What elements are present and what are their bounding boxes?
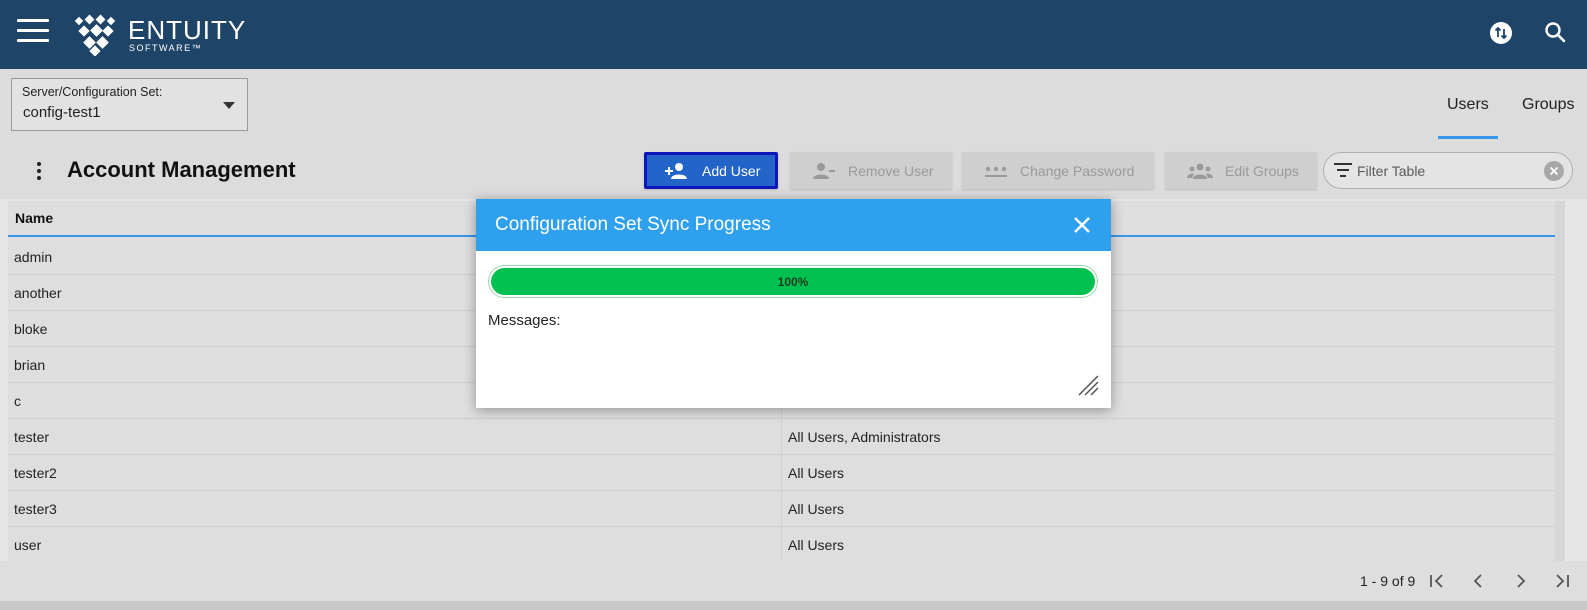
first-page-icon[interactable]: [1427, 571, 1447, 591]
active-tab-indicator: [1438, 136, 1498, 139]
remove-person-icon: [813, 162, 835, 179]
entuity-logo-icon: [74, 14, 116, 56]
messages-label: Messages:: [488, 312, 561, 329]
table-row[interactable]: user All Users: [8, 527, 1555, 563]
dialog-title: Configuration Set Sync Progress: [495, 214, 771, 235]
progress-fill: 100%: [491, 268, 1095, 295]
pagination-range: 1 - 9 of 9: [1360, 573, 1416, 589]
edit-groups-label: Edit Groups: [1225, 162, 1299, 179]
more-vert-icon[interactable]: [37, 162, 43, 180]
next-page-icon[interactable]: [1511, 571, 1531, 591]
previous-page-icon[interactable]: [1468, 571, 1488, 591]
brand-name: ENTUITY: [128, 15, 247, 45]
tab-groups[interactable]: Groups: [1522, 96, 1574, 114]
add-user-button[interactable]: Add User: [644, 152, 778, 189]
sync-icon[interactable]: [1490, 22, 1512, 44]
caret-down-icon: [223, 102, 235, 109]
tab-users[interactable]: Users: [1447, 96, 1489, 114]
app-header: ENTUITY SOFTWARE™: [0, 0, 1587, 69]
user-name-cell: tester2: [14, 465, 57, 481]
user-groups-cell: All Users: [788, 501, 845, 517]
user-groups-cell: All Users: [788, 465, 845, 481]
filter-field[interactable]: [1323, 152, 1573, 189]
user-groups-cell: All Users, Administrators: [788, 429, 941, 445]
last-page-icon[interactable]: [1552, 571, 1572, 591]
user-name-cell: brian: [14, 357, 46, 373]
column-header-name[interactable]: Name: [15, 210, 53, 226]
clear-filter-icon[interactable]: [1544, 161, 1564, 181]
user-name-cell: c: [14, 393, 21, 409]
progress-label: 100%: [777, 275, 809, 289]
table-row[interactable]: tester2 All Users: [8, 455, 1555, 491]
filter-icon: [1334, 163, 1352, 177]
user-groups-cell: All Users: [788, 537, 845, 553]
search-icon[interactable]: [1543, 20, 1569, 46]
paginator: 1 - 9 of 9: [0, 561, 1587, 601]
bottom-strip: [0, 601, 1587, 610]
add-person-icon: [665, 162, 687, 179]
user-name-cell: admin: [14, 249, 53, 265]
table-row[interactable]: tester All Users, Administrators: [8, 419, 1555, 455]
user-name-cell: tester: [14, 429, 50, 445]
password-icon: [985, 166, 1007, 177]
remove-user-button[interactable]: Remove User: [790, 152, 952, 189]
remove-user-label: Remove User: [848, 162, 934, 179]
config-set-label: Server/Configuration Set:: [22, 85, 163, 99]
subheader: Server/Configuration Set: config-test1 U…: [0, 69, 1587, 141]
toolbar: Account Management Add User Remove User …: [0, 141, 1587, 199]
change-password-button[interactable]: Change Password: [962, 152, 1154, 189]
table-row[interactable]: tester3 All Users: [8, 491, 1555, 527]
brand-logo: ENTUITY SOFTWARE™: [72, 14, 246, 56]
config-set-value: config-test1: [23, 104, 101, 121]
scrollbar[interactable]: [1555, 201, 1565, 561]
menu-icon[interactable]: [17, 19, 49, 43]
change-password-label: Change Password: [1020, 162, 1135, 179]
user-name-cell: user: [14, 537, 42, 553]
page-title: Account Management: [67, 157, 296, 182]
close-icon[interactable]: [1071, 214, 1093, 236]
group-icon: [1187, 163, 1213, 179]
sync-progress-bar: 100%: [488, 265, 1098, 298]
user-name-cell: tester3: [14, 501, 57, 517]
edit-groups-button[interactable]: Edit Groups: [1165, 152, 1317, 189]
filter-input[interactable]: [1357, 160, 1537, 182]
dialog-header: Configuration Set Sync Progress: [476, 199, 1111, 251]
user-name-cell: another: [14, 285, 62, 301]
resize-handle-icon[interactable]: [1077, 374, 1099, 396]
add-user-label: Add User: [702, 162, 761, 179]
sync-progress-dialog: Configuration Set Sync Progress 100% Mes…: [476, 199, 1111, 408]
config-set-select[interactable]: Server/Configuration Set: config-test1: [11, 78, 248, 131]
user-name-cell: bloke: [14, 321, 48, 337]
